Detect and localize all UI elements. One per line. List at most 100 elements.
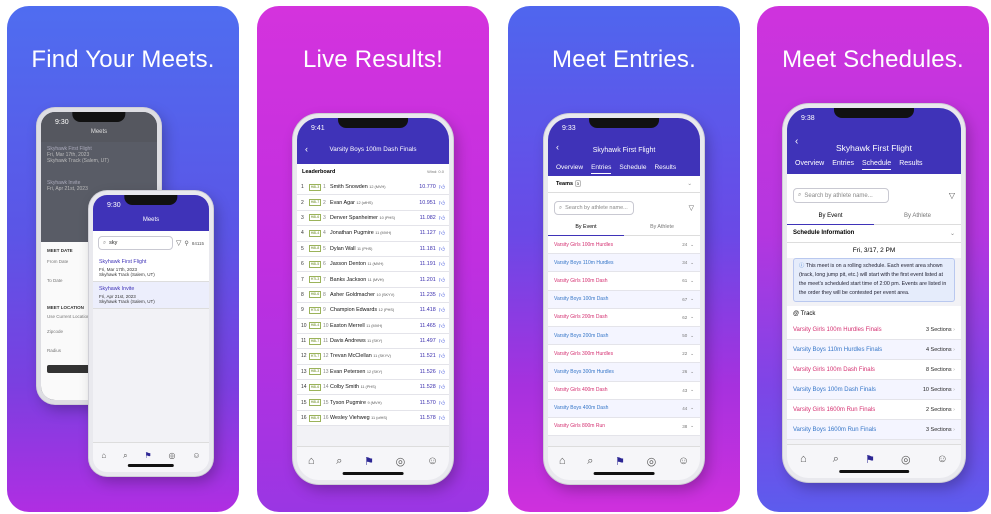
person-icon[interactable]: ☺	[427, 455, 438, 467]
thumbs-up-icon[interactable]: 👍︎	[439, 368, 445, 376]
filter-icon[interactable]: ▽	[176, 239, 181, 247]
tab-overview[interactable]: Overview	[795, 160, 824, 170]
place: 15	[301, 399, 307, 406]
tab-schedule[interactable]: Schedule	[619, 164, 646, 174]
search-icon[interactable]: ⌕	[833, 453, 839, 466]
tab-entries[interactable]: Entries	[832, 160, 854, 170]
by-event-tab[interactable]: By Event	[548, 219, 624, 236]
result-row[interactable]: 8 H6L6 8 Asher Goldmacher 10 (SKYV) 11.235 👍︎	[297, 287, 449, 304]
heat-lane: H8L4	[309, 229, 321, 237]
search-input[interactable]: ⌕ sky	[98, 236, 174, 250]
thumbs-up-icon[interactable]: 👍︎	[439, 229, 445, 237]
result-row[interactable]: 4 H8L4 4 Jonathan Pugmire 11 (MVH) 11.127 👍︎	[297, 226, 449, 242]
flag-icon[interactable]: ⚑	[615, 455, 625, 468]
event-row[interactable]: Varsity Girls 100m Hurdles 24 ⌄	[548, 236, 700, 255]
target-icon[interactable]: ◎	[396, 455, 406, 468]
event-row[interactable]: Varsity Boys 300m Hurdles 26 ⌄	[548, 363, 700, 382]
thumbs-up-icon[interactable]: 👍︎	[439, 414, 445, 422]
event-row[interactable]: Varsity Girls 200m Dash 62 ⌄	[548, 308, 700, 327]
thumbs-up-icon[interactable]: 👍︎	[439, 322, 445, 330]
thumbs-up-icon[interactable]: 👍︎	[439, 383, 445, 391]
result-row[interactable]: 5 H8L8 5 Dylan Wall 11 (PHS) 11.181 👍︎	[297, 241, 449, 257]
result-row[interactable]: 14 H8L6 14 Colby Smith 11 (PHS) 11.528 👍︎	[297, 380, 449, 396]
search-icon[interactable]: ⌕	[587, 455, 593, 468]
flag-icon[interactable]: ⚑	[865, 453, 875, 466]
athlete-grade: 11 (SKY)	[367, 339, 383, 344]
by-event-tab[interactable]: By Event	[787, 208, 874, 225]
result-row[interactable]: 15 H8L8 15 Tyson Pugmire 9 (MVH) 11.570 👍︎	[297, 395, 449, 411]
person-icon[interactable]: ☺	[192, 451, 200, 460]
teams-dropdown[interactable]: Teams 3 ⌄	[548, 176, 700, 193]
result-row[interactable]: 11 H8L7 11 Davis Andrews 11 (SKY) 11.497 👍︎	[297, 333, 449, 350]
person-icon[interactable]: ☺	[937, 453, 948, 465]
flag-icon[interactable]: ⚑	[364, 455, 374, 468]
schedule-info-dropdown[interactable]: Schedule Information ⌄	[787, 225, 961, 243]
athlete-search-input[interactable]: ⌕ Search by athlete name...	[793, 188, 889, 203]
event-name: Varsity Boys 300m Hurdles	[554, 368, 614, 375]
home-icon[interactable]: ⌂	[800, 453, 807, 465]
event-row[interactable]: Varsity Boys 110m Hurdles 34 ⌄	[548, 254, 700, 273]
schedule-row[interactable]: Varsity Boys 100m Dash Finals 10 Sections…	[787, 380, 961, 400]
thumbs-up-icon[interactable]: 👍︎	[439, 199, 445, 207]
panel-meet-schedules: Meet Schedules. 9:38 ‹ Skyhawk First Fli…	[757, 6, 989, 512]
thumbs-up-icon[interactable]: 👍︎	[439, 306, 445, 314]
result-row[interactable]: 9 H7L6 9 Champion Edwards 12 (PHS) 11.418 👍︎	[297, 303, 449, 319]
entry-count: 43	[682, 387, 688, 393]
event-row[interactable]: Varsity Girls 400m Dash 43 ⌄	[548, 381, 700, 400]
search-icon[interactable]: ⌕	[336, 455, 342, 468]
home-icon[interactable]: ⌂	[559, 455, 566, 467]
result-row[interactable]: 1 H8L3 1 Smith Snowden 12 (MVH) 10.770 👍︎	[297, 180, 449, 196]
schedule-row[interactable]: Varsity Girls 1600m Run Finals 2 Sections…	[787, 400, 961, 420]
flag-icon[interactable]: ⚑	[144, 451, 151, 460]
search-icon[interactable]: ⌕	[123, 451, 127, 461]
home-icon[interactable]: ⌂	[101, 451, 106, 460]
by-athlete-tab[interactable]: By Athlete	[624, 219, 700, 236]
thumbs-up-icon[interactable]: 👍︎	[439, 337, 445, 345]
thumbs-up-icon[interactable]: 👍︎	[439, 352, 445, 360]
event-row[interactable]: Varsity Girls 800m Run 38 ⌄	[548, 417, 700, 437]
result-row[interactable]: 6 H8L5 6 Jaxson Denton 11 (MVH) 11.191 👍︎	[297, 256, 449, 273]
event-row[interactable]: Varsity Girls 300m Hurdles 22 ⌄	[548, 345, 700, 364]
result-row[interactable]: 10 H8L4 10 Easton Merrell 11 (MVH) 11.465 👍︎	[297, 318, 449, 334]
thumbs-up-icon[interactable]: 👍︎	[439, 245, 445, 253]
home-icon[interactable]: ⌂	[308, 455, 315, 467]
result-row[interactable]: 2 H8L7 2 Evan Agar 12 (ofHS) 10.951 👍︎	[297, 195, 449, 211]
filter-icon[interactable]: ▽	[949, 191, 955, 200]
filter-icon[interactable]: ▽	[689, 204, 694, 212]
tab-overview[interactable]: Overview	[556, 164, 583, 174]
schedule-row[interactable]: Varsity Girls 100m Hurdles Finals 3 Secti…	[787, 320, 961, 340]
target-icon[interactable]: ◎	[169, 451, 176, 460]
tab-results[interactable]: Results	[654, 164, 676, 174]
result-row[interactable]: 13 H8L3 13 Evan Petersen 12 (SKY) 11.526 👍︎	[297, 364, 449, 381]
person-icon[interactable]: ☺	[678, 455, 689, 467]
thumbs-up-icon[interactable]: 👍︎	[439, 291, 445, 299]
athlete-name: Banks Jackson	[330, 276, 367, 283]
event-row[interactable]: Varsity Girls 100m Dash 61 ⌄	[548, 272, 700, 291]
schedule-row[interactable]: Varsity Girls 100m Dash Finals 8 Sections…	[787, 360, 961, 380]
thumbs-up-icon[interactable]: 👍︎	[439, 183, 445, 191]
athlete-search-input[interactable]: ⌕ Search by athlete name...	[554, 201, 634, 215]
thumbs-up-icon[interactable]: 👍︎	[439, 214, 445, 222]
event-row[interactable]: Varsity Boys 100m Dash 67 ⌄	[548, 290, 700, 309]
schedule-row[interactable]: Varsity Boys 110m Hurdles Finals 4 Sectio…	[787, 340, 961, 360]
meet-card[interactable]: Skyhawk Invite Fri, Apr 21st, 2023 Skyha…	[93, 282, 209, 309]
result-row[interactable]: 16 H8L9 16 Wesley Viehweg 11 (ofHS) 11.578 👍︎	[297, 410, 449, 427]
result-row[interactable]: 12 H7L7 12 Trevan McClellan 11 (SKYV) 11.521…	[297, 349, 449, 365]
tab-results[interactable]: Results	[899, 160, 922, 170]
meet-card[interactable]: Skyhawk First Flight Fri, Mar 17th, 2023…	[93, 255, 209, 282]
target-icon[interactable]: ◎	[647, 455, 657, 468]
tab-schedule[interactable]: Schedule	[861, 160, 892, 170]
event-row[interactable]: Varsity Boys 200m Dash 50 ⌄	[548, 326, 700, 346]
target-icon[interactable]: ◎	[901, 453, 911, 466]
location-pin-icon[interactable]: ⚲	[184, 240, 188, 247]
result-row[interactable]: 7 H7L3 7 Banks Jackson 11 (MVH) 11.201 👍︎	[297, 272, 449, 288]
schedule-row[interactable]: Varsity Boys 1600m Run Finals 3 Sections …	[787, 420, 961, 440]
tab-entries[interactable]: Entries	[591, 164, 612, 174]
event-row[interactable]: Varsity Boys 400m Dash 44 ⌄	[548, 399, 700, 418]
thumbs-up-icon[interactable]: 👍︎	[439, 276, 445, 284]
thumbs-up-icon[interactable]: 👍︎	[439, 399, 445, 407]
result-row[interactable]: 3 H8L6 3 Denver Spanheimer 10 (PHS) 11.082 👍︎	[297, 210, 449, 227]
by-athlete-tab[interactable]: By Athlete	[874, 208, 961, 225]
thumbs-up-icon[interactable]: 👍︎	[439, 260, 445, 268]
athlete-name: Champion Edwards	[330, 307, 378, 314]
